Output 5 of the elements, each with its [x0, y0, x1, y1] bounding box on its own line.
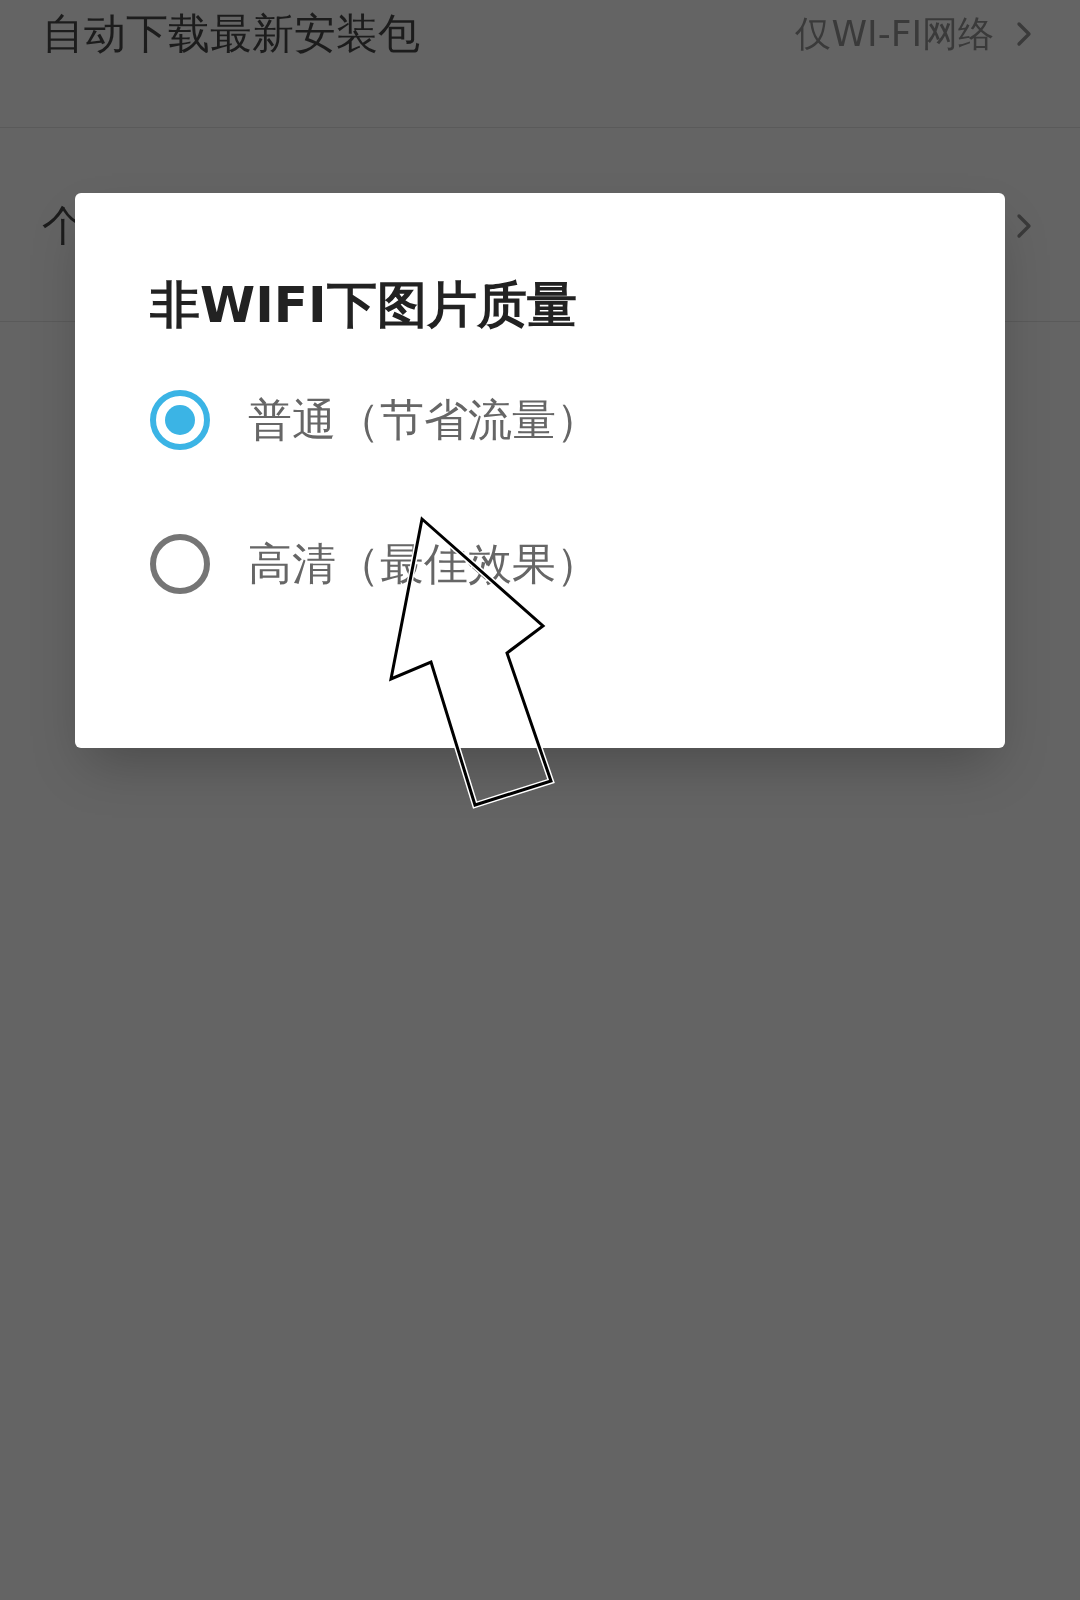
- radio-button[interactable]: [150, 534, 210, 594]
- dialog-title: 非WIFI下图片质量: [150, 275, 578, 336]
- radio-option[interactable]: 普通（节省流量）: [150, 387, 930, 453]
- radio-button[interactable]: [150, 390, 210, 450]
- setting-label: 自动下载最新安装包: [42, 8, 420, 60]
